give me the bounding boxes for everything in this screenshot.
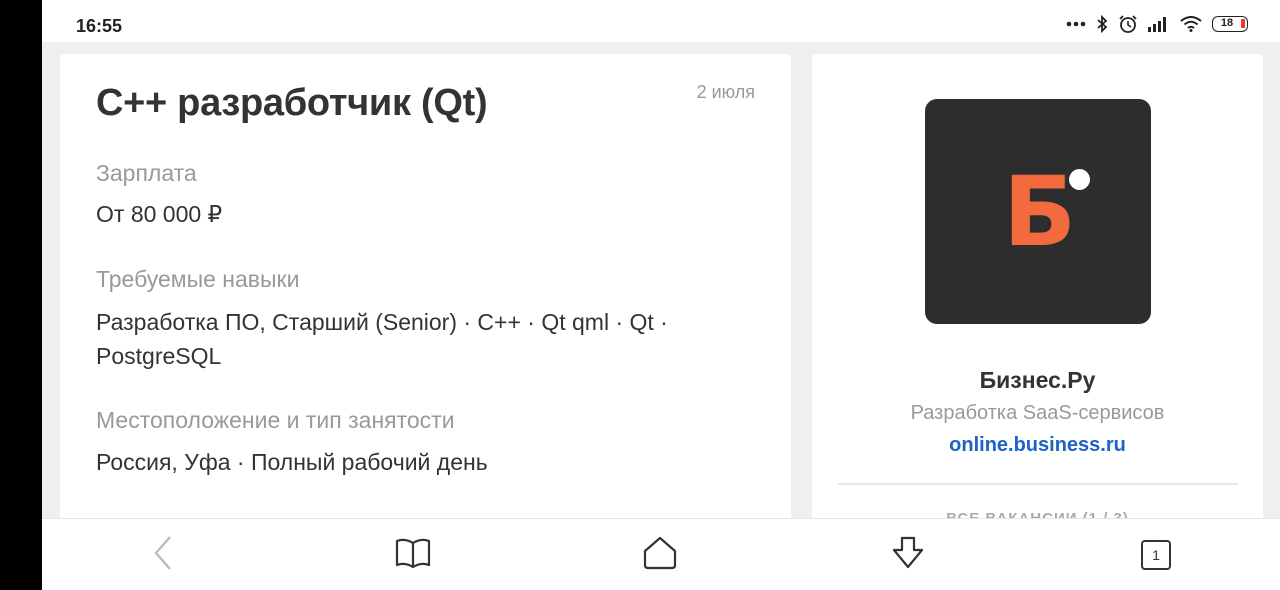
battery-icon: 18 xyxy=(1212,16,1248,32)
phone-screen: 16:55 18 C++ разработчик (Qt) 2 июля Зар… xyxy=(42,0,1280,590)
alarm-icon xyxy=(1118,14,1138,34)
divider xyxy=(838,483,1238,485)
status-icons: 18 xyxy=(1066,14,1248,34)
salary-label: Зарплата xyxy=(96,160,197,186)
battery-level: 18 xyxy=(1220,17,1234,29)
tabs-button[interactable]: 1 xyxy=(1136,535,1176,575)
back-button[interactable] xyxy=(144,535,184,575)
signal-icon xyxy=(1148,16,1170,32)
company-website-link[interactable]: online.business.ru xyxy=(812,434,1263,457)
book-icon xyxy=(395,537,431,574)
more-dots-icon xyxy=(1066,21,1086,27)
status-time: 16:55 xyxy=(76,16,123,36)
skills-label: Требуемые навыки xyxy=(96,266,300,292)
company-name[interactable]: Бизнес.Ру xyxy=(812,367,1263,394)
salary-value: От 80 000 ₽ xyxy=(96,201,223,227)
battery-low-fill xyxy=(1241,19,1245,28)
logo-letter: Б xyxy=(1003,156,1077,268)
location-label: Местоположение и тип занятости xyxy=(96,407,455,433)
logo-dot xyxy=(1069,169,1090,190)
bluetooth-icon xyxy=(1096,15,1108,33)
status-bar: 16:55 18 xyxy=(42,0,1280,42)
home-button[interactable] xyxy=(640,535,680,575)
skills-value: Разработка ПО, Старший (Senior) · C++ · … xyxy=(96,309,668,369)
job-title: C++ разработчик (Qt) xyxy=(96,82,488,124)
company-logo[interactable]: Б xyxy=(925,99,1151,324)
bookmarks-button[interactable] xyxy=(393,535,433,575)
tabs-icon: 1 xyxy=(1141,540,1171,570)
wifi-icon xyxy=(1180,16,1202,32)
tabs-count: 1 xyxy=(1152,547,1160,563)
home-icon xyxy=(642,535,678,576)
company-card: Б Бизнес.Ру Разработка SaaS-сервисов onl… xyxy=(812,54,1263,534)
publish-date: 2 июля xyxy=(696,82,755,102)
company-description: Разработка SaaS-сервисов xyxy=(910,402,1165,424)
bottom-navbar: 1 xyxy=(42,518,1280,590)
location-value: Россия, Уфа · Полный рабочий день xyxy=(96,449,488,475)
downloads-button[interactable] xyxy=(888,535,928,575)
vacancy-card: C++ разработчик (Qt) 2 июля Зарплата От … xyxy=(60,54,791,534)
back-icon xyxy=(152,535,176,576)
download-icon xyxy=(890,535,926,576)
